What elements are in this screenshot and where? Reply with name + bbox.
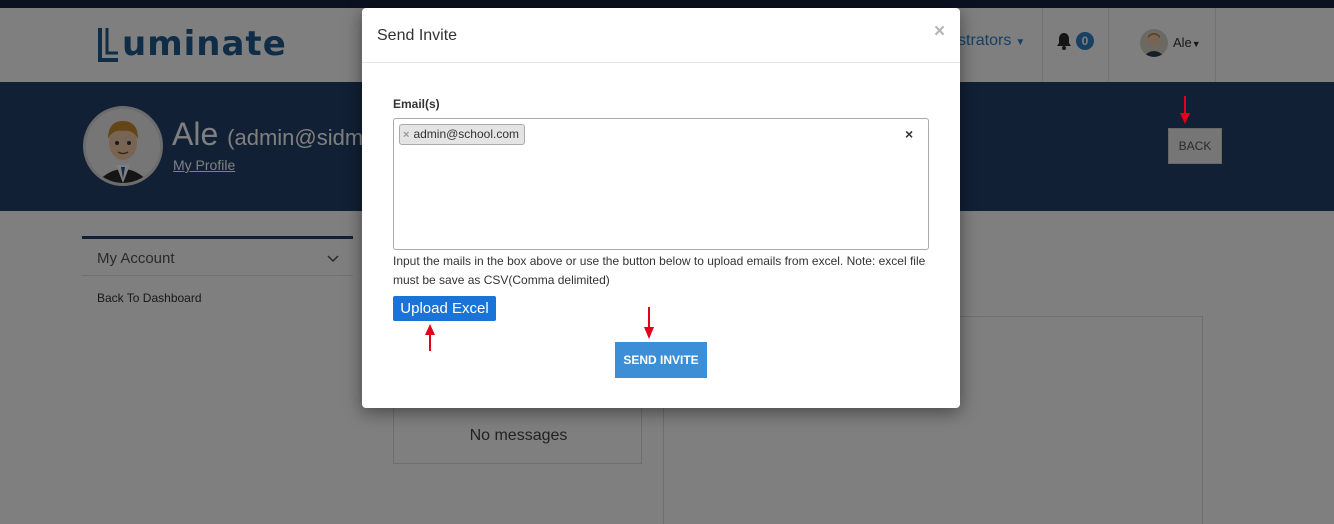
- modal-header: Send Invite ×: [362, 8, 960, 63]
- email-tag-text: admin@school.com: [413, 127, 519, 141]
- upload-excel-button[interactable]: Upload Excel: [393, 296, 496, 321]
- close-icon[interactable]: ×: [934, 21, 945, 43]
- annotation-arrow-up-icon: [425, 324, 435, 351]
- email-tag: × admin@school.com: [399, 124, 525, 145]
- modal-title: Send Invite: [377, 27, 458, 44]
- send-invite-button[interactable]: SEND INVITE: [615, 342, 707, 378]
- clear-all-icon[interactable]: ×: [905, 126, 913, 142]
- emails-label: Email(s): [393, 97, 440, 111]
- upload-help-text: Input the mails in the box above or use …: [393, 254, 926, 287]
- emails-tag-input[interactable]: × admin@school.com ×: [393, 118, 929, 250]
- annotation-arrow-down-icon: [644, 307, 654, 339]
- annotation-arrow-down-icon: [1180, 96, 1190, 124]
- remove-tag-icon[interactable]: ×: [403, 129, 409, 141]
- send-invite-modal: Send Invite × Email(s) × admin@school.com…: [362, 8, 960, 408]
